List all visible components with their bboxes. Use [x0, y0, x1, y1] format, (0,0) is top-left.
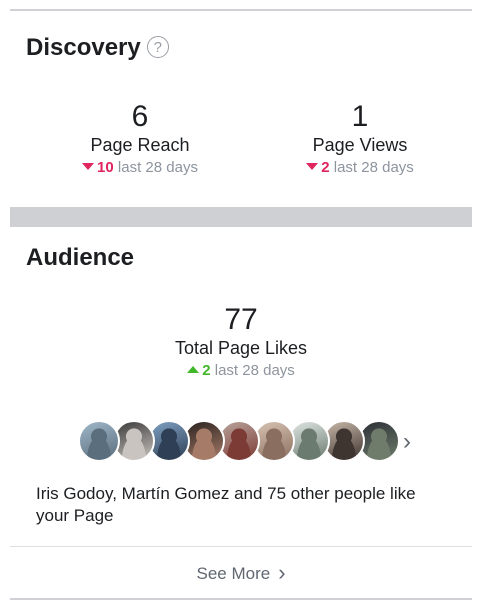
page-views-stat[interactable]: 1 Page Views 2 last 28 days — [250, 101, 470, 178]
avatar[interactable] — [78, 420, 120, 462]
section-separator — [10, 207, 472, 227]
page-reach-stat[interactable]: 6 Page Reach 10 last 28 days — [30, 101, 250, 178]
see-more-button[interactable]: See More › — [0, 561, 482, 586]
page-reach-delta-value: 10 — [97, 159, 114, 176]
page-reach-value: 6 — [131, 100, 149, 133]
page-views-delta: 2 last 28 days — [250, 158, 470, 178]
chevron-right-icon[interactable]: › — [403, 428, 411, 456]
discovery-title-text: Discovery — [26, 34, 141, 61]
page-views-value: 1 — [351, 100, 369, 133]
total-page-likes-delta-period: last 28 days — [214, 362, 295, 379]
page-reach-delta-period: last 28 days — [117, 159, 198, 176]
top-divider — [10, 9, 472, 11]
audience-title: Audience — [26, 244, 135, 271]
bottom-divider — [10, 598, 472, 600]
question-circle-icon[interactable]: ? — [146, 36, 169, 58]
discovery-title: Discovery? — [26, 34, 169, 62]
trend-down-icon — [306, 163, 319, 170]
total-page-likes-delta-value: 2 — [202, 362, 211, 379]
page-views-delta-period: last 28 days — [333, 159, 414, 176]
total-page-likes-delta: 2 last 28 days — [131, 361, 351, 381]
page-reach-delta: 10 last 28 days — [30, 158, 250, 178]
total-page-likes-label: Total Page Likes — [174, 338, 308, 358]
chevron-right-icon: › — [278, 560, 286, 585]
total-page-likes-stat[interactable]: 77 Total Page Likes 2 last 28 days — [131, 304, 351, 381]
likes-summary-text: Iris Godoy, Martín Gomez and 75 other pe… — [36, 484, 416, 525]
see-more-label: See More — [196, 564, 271, 583]
see-more-divider — [10, 546, 472, 547]
page-views-delta-value: 2 — [321, 159, 330, 176]
page-views-label: Page Views — [312, 135, 408, 155]
total-page-likes-value: 77 — [224, 303, 258, 336]
trend-down-icon — [82, 163, 95, 170]
trend-up-icon — [187, 366, 200, 373]
page-reach-label: Page Reach — [90, 135, 190, 155]
